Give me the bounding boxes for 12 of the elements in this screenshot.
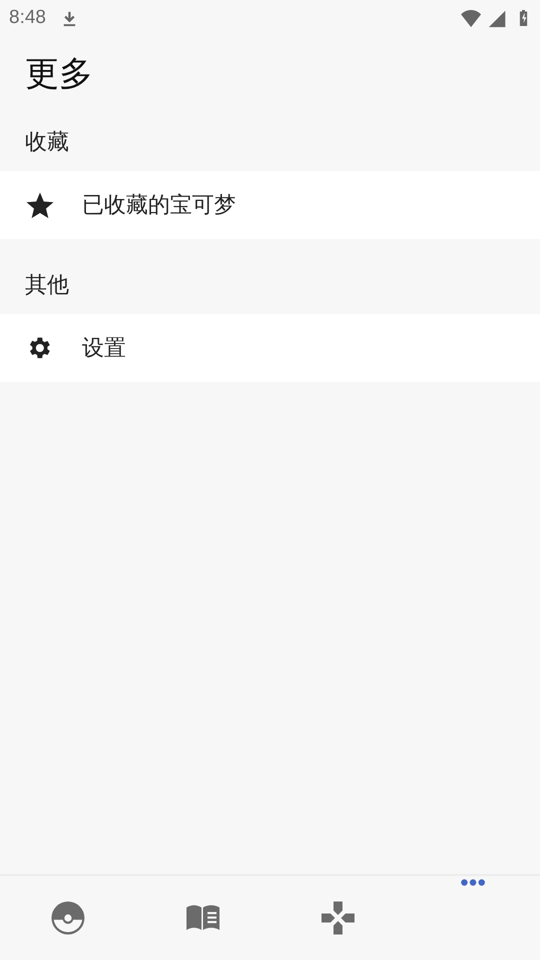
page-title: 更多	[25, 53, 94, 96]
signal-icon	[488, 8, 507, 28]
list-item[interactable]: 设置	[0, 314, 540, 382]
status-time: 8:48	[9, 7, 46, 29]
dpad-icon	[320, 900, 356, 936]
section-header: 收藏	[24, 129, 70, 157]
section-header: 其他	[24, 272, 70, 300]
list-item[interactable]: 已收藏的宝可梦	[0, 171, 540, 239]
more-icon	[460, 878, 486, 887]
wifi-icon	[460, 8, 482, 28]
star-icon	[25, 190, 55, 220]
battery-icon	[517, 8, 530, 28]
